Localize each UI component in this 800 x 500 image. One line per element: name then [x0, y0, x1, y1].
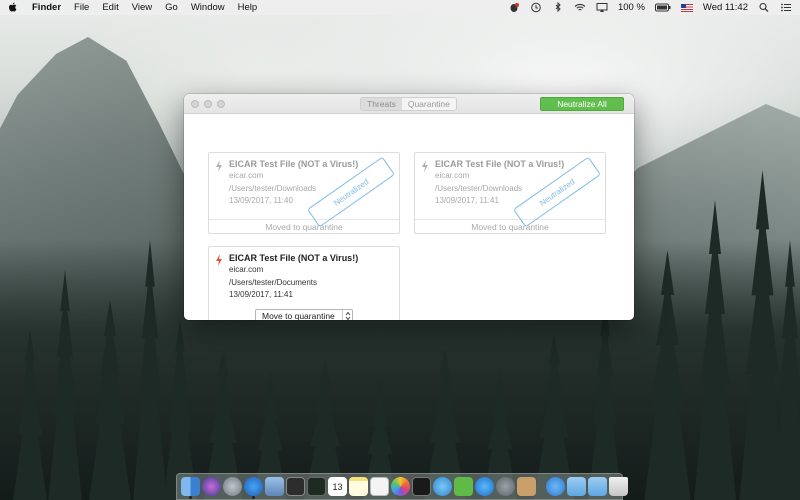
- calendar-icon[interactable]: 13: [328, 477, 347, 496]
- bluetooth-icon[interactable]: [552, 1, 564, 13]
- chevron-updown-icon: [342, 310, 352, 320]
- threat-card-body: EICAR Test File (NOT a Virus!) eicar.com…: [209, 247, 399, 305]
- menu-bar: Finder File Edit View Go Window Help 100…: [0, 0, 800, 15]
- threat-title: EICAR Test File (NOT a Virus!): [229, 253, 359, 263]
- activity-monitor-icon[interactable]: [307, 477, 326, 496]
- textedit-icon[interactable]: [370, 477, 389, 496]
- apple-menu-icon[interactable]: [8, 2, 18, 13]
- threat-list: EICAR Test File (NOT a Virus!) eicar.com…: [184, 114, 634, 320]
- disk-icon[interactable]: [286, 477, 305, 496]
- threat-action-select[interactable]: Move to quarantine: [255, 309, 353, 320]
- threat-date: 13/09/2017, 11:41: [229, 290, 293, 299]
- threat-card: EICAR Test File (NOT a Virus!) eicar.com…: [414, 152, 606, 234]
- minimize-window-button[interactable]: [204, 100, 212, 108]
- menu-clock[interactable]: Wed 11:42: [703, 2, 748, 13]
- finder-sync-icon[interactable]: [433, 477, 452, 496]
- bug-icon[interactable]: [508, 2, 520, 13]
- safari-icon[interactable]: [244, 477, 263, 499]
- xcode-icon[interactable]: [517, 477, 536, 496]
- siri-icon[interactable]: [202, 477, 221, 496]
- trash-icon[interactable]: [609, 477, 628, 496]
- threats-window: Threats Quarantine Neutralize All EICAR …: [184, 94, 634, 320]
- menu-app-name[interactable]: Finder: [32, 2, 61, 13]
- threat-path: /Users/tester/Documents: [229, 277, 318, 287]
- tab-quarantine[interactable]: Quarantine: [402, 98, 456, 110]
- preview-icon[interactable]: [265, 477, 284, 496]
- menu-view[interactable]: View: [132, 2, 152, 13]
- threat-card: EICAR Test File (NOT a Virus!) eicar.com…: [208, 152, 400, 234]
- lightning-icon: [421, 159, 429, 172]
- terminal-icon[interactable]: [412, 477, 431, 496]
- finder-icon[interactable]: [181, 477, 200, 499]
- photos-icon[interactable]: [391, 477, 410, 496]
- threat-action-value: Move to quarantine: [262, 311, 335, 320]
- tab-threats[interactable]: Threats: [361, 98, 402, 110]
- window-titlebar: Threats Quarantine Neutralize All: [184, 94, 634, 114]
- launchpad-icon[interactable]: [223, 477, 242, 496]
- system-preferences-icon[interactable]: [496, 477, 515, 496]
- app-store-icon[interactable]: [475, 477, 494, 496]
- threat-status: Moved to quarantine: [415, 219, 605, 233]
- evernote-icon[interactable]: [454, 477, 473, 496]
- notes-icon[interactable]: [349, 477, 368, 496]
- lightning-icon: [215, 159, 223, 172]
- zoom-window-button[interactable]: [217, 100, 225, 108]
- menu-help[interactable]: Help: [238, 2, 258, 13]
- threat-domain: eicar.com: [229, 265, 264, 274]
- downloads-icon[interactable]: [588, 477, 607, 496]
- time-machine-icon[interactable]: [530, 2, 542, 13]
- wifi-icon[interactable]: [574, 2, 586, 13]
- us-flag-icon[interactable]: [680, 3, 693, 12]
- close-window-button[interactable]: [191, 100, 199, 108]
- applications-folder-icon[interactable]: [546, 477, 565, 496]
- menu-go[interactable]: Go: [165, 2, 178, 13]
- window-controls: [191, 100, 225, 108]
- menu-window[interactable]: Window: [191, 2, 225, 13]
- battery-percentage[interactable]: 100 %: [618, 2, 645, 13]
- folder-icon[interactable]: [567, 477, 586, 496]
- lightning-icon: [215, 253, 223, 266]
- battery-icon[interactable]: [654, 2, 671, 13]
- airplay-icon[interactable]: [596, 2, 608, 13]
- menu-file[interactable]: File: [74, 2, 89, 13]
- neutralize-all-button[interactable]: Neutralize All: [540, 97, 624, 111]
- view-tabs: Threats Quarantine: [360, 97, 457, 111]
- menu-edit[interactable]: Edit: [102, 2, 118, 13]
- dock: 13: [176, 473, 628, 500]
- spotlight-search-icon[interactable]: [758, 2, 770, 13]
- notification-center-icon[interactable]: [780, 2, 792, 13]
- threat-status: Moved to quarantine: [209, 219, 399, 233]
- threat-card: EICAR Test File (NOT a Virus!) eicar.com…: [208, 246, 400, 320]
